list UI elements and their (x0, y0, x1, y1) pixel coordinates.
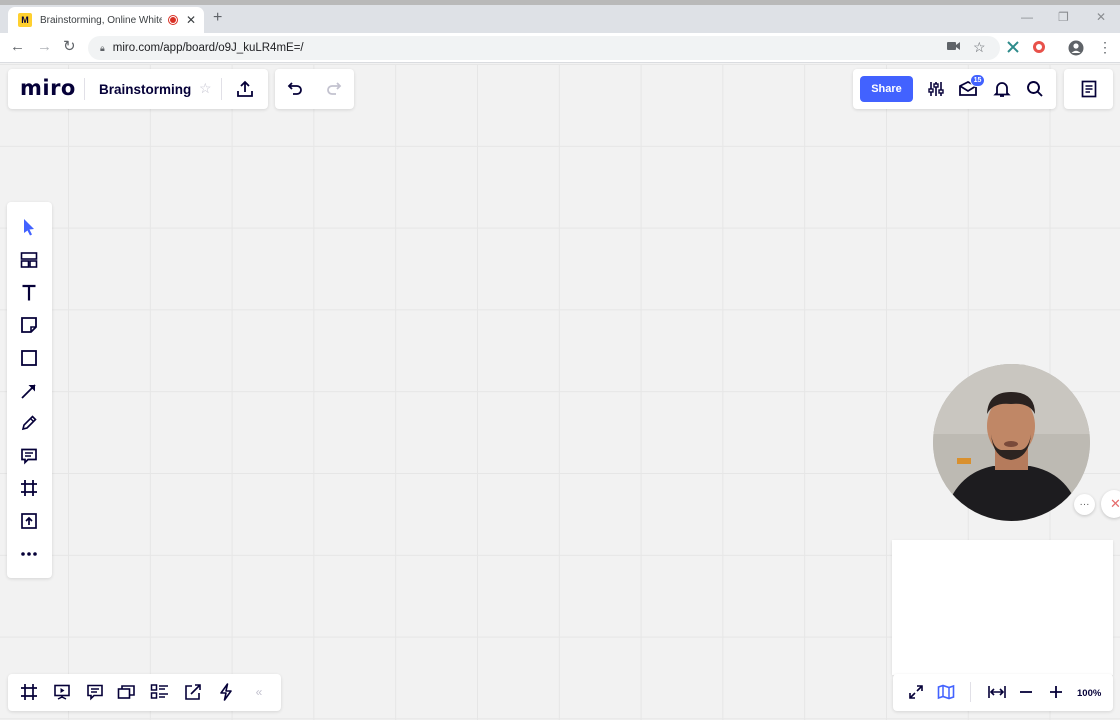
select-cursor-icon[interactable] (18, 216, 40, 238)
templates-icon[interactable] (18, 249, 40, 271)
shape-square-icon[interactable] (18, 347, 40, 369)
miro-favicon-icon: M (18, 13, 32, 27)
frame-icon[interactable] (18, 477, 40, 499)
menu-icon[interactable]: ⋮ (1098, 40, 1112, 54)
bell-icon[interactable] (991, 79, 1013, 99)
miro-logo[interactable]: miro (20, 76, 76, 100)
url-text: miro.com/app/board/o9J_kuLR4mE=/ (112, 42, 304, 54)
reload-icon[interactable]: ↻ (63, 38, 76, 56)
tab-title: Brainstorming, Online White (40, 14, 162, 26)
collapse-double-chevron-icon[interactable]: « (250, 684, 268, 700)
extension-icon[interactable] (1006, 40, 1020, 57)
cards-icon[interactable] (117, 682, 137, 702)
browser-tab[interactable]: M Brainstorming, Online White ✕ (8, 7, 204, 33)
back-arrow-icon[interactable]: ← (10, 38, 25, 56)
activity-list-icon[interactable] (150, 682, 170, 702)
export-upload-icon[interactable] (234, 79, 256, 99)
star-icon[interactable]: ☆ (973, 40, 986, 54)
webcam-options-icon[interactable]: ··· (1074, 494, 1095, 515)
board-name[interactable]: Brainstorming (99, 82, 191, 97)
forward-arrow-icon[interactable]: → (37, 38, 52, 56)
divider (221, 78, 222, 100)
new-tab-icon[interactable]: + (213, 10, 222, 26)
notes-list-icon[interactable] (1078, 79, 1100, 99)
map-icon[interactable] (935, 683, 957, 701)
arrow-line-icon[interactable] (18, 380, 40, 402)
lightning-icon[interactable] (216, 682, 236, 702)
lock-icon: 🔒︎ (100, 42, 105, 53)
browser-address-bar: ← → ↻ 🔒︎ miro.com/app/board/o9J_kuLR4mE=… (0, 33, 1120, 63)
notification-count-badge: 15 (970, 74, 985, 87)
url-field[interactable]: 🔒︎ miro.com/app/board/o9J_kuLR4mE=/ (88, 36, 1000, 60)
comments-icon[interactable] (85, 682, 105, 702)
bottom-toolbar (8, 674, 281, 711)
presenter-video-icon (933, 364, 1090, 521)
redo-icon[interactable] (325, 80, 345, 98)
extension-red-icon[interactable] (1032, 40, 1046, 57)
zoom-level[interactable]: 100% (1077, 688, 1101, 699)
creation-toolbar (7, 202, 52, 578)
divider (84, 78, 85, 100)
recording-indicator-icon (168, 15, 178, 25)
fullscreen-expand-icon[interactable] (906, 683, 926, 701)
frames-icon[interactable] (19, 682, 39, 702)
minimap-panel[interactable] (892, 540, 1113, 675)
restore-icon[interactable]: ❐ (1058, 10, 1069, 24)
undo-icon[interactable] (284, 80, 304, 98)
more-tools-icon[interactable] (18, 543, 40, 565)
close-window-icon[interactable]: ✕ (1096, 10, 1106, 24)
zoom-out-icon[interactable] (1017, 683, 1035, 701)
share-out-icon[interactable] (183, 682, 203, 702)
sticky-note-icon[interactable] (18, 314, 40, 336)
fit-to-screen-icon[interactable] (986, 683, 1008, 701)
presentation-icon[interactable] (52, 682, 72, 702)
webcam-video-bubble[interactable] (933, 364, 1090, 521)
share-button[interactable]: Share (860, 76, 913, 102)
minimize-icon[interactable]: — (1021, 10, 1033, 24)
pen-icon[interactable] (18, 412, 40, 434)
tab-close-icon[interactable]: ✕ (186, 13, 196, 27)
text-icon[interactable] (18, 282, 40, 304)
star-icon[interactable]: ☆ (199, 80, 212, 97)
search-icon[interactable] (1024, 79, 1046, 99)
comment-icon[interactable] (18, 445, 40, 467)
browser-tab-bar: M Brainstorming, Online White ✕ + — ❐ ✕ (0, 5, 1120, 33)
profile-icon[interactable] (1068, 40, 1084, 59)
camera-icon[interactable] (947, 40, 961, 55)
zoom-in-icon[interactable] (1047, 683, 1065, 701)
settings-sliders-icon[interactable] (926, 79, 946, 99)
webcam-close-icon[interactable]: ✕ (1101, 490, 1120, 518)
divider (970, 682, 971, 702)
upload-icon[interactable] (18, 510, 40, 532)
